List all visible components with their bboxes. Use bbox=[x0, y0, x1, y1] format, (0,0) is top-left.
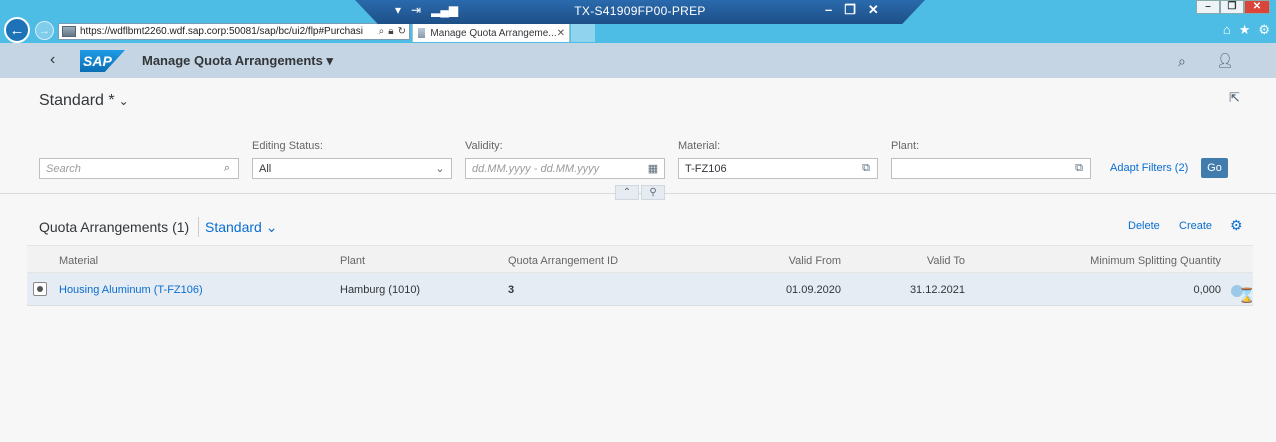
table-header: Material Plant Quota Arrangement ID Vali… bbox=[27, 245, 1253, 273]
delete-button[interactable]: Delete bbox=[1128, 220, 1160, 232]
app-title-menu[interactable]: Manage Quota Arrangements ▾ bbox=[142, 53, 333, 69]
plant-cell: Hamburg (1010) bbox=[340, 284, 421, 296]
go-button[interactable]: Go bbox=[1201, 158, 1228, 178]
row-select-radio[interactable] bbox=[33, 282, 47, 296]
valid-from-cell: 01.09.2020 bbox=[785, 284, 841, 296]
browser-tab[interactable]: Manage Quota Arrangeme... ✕ bbox=[412, 23, 570, 42]
share-icon[interactable]: ⇱ bbox=[1229, 90, 1240, 106]
favorites-star-icon[interactable]: ★ bbox=[1239, 22, 1251, 38]
validity-date-range-input[interactable]: dd.MM.yyyy - dd.MM.yyyy ▦ bbox=[465, 158, 665, 179]
editing-status-label: Editing Status: bbox=[252, 140, 323, 152]
table-variant-management[interactable]: Standard ⌄ bbox=[205, 219, 277, 236]
filter-bar: Standard * ⌄ ⇱ Search ⌕ Editing Status: A… bbox=[0, 78, 1276, 200]
column-quota-id[interactable]: Quota Arrangement ID bbox=[508, 255, 618, 267]
minimize-icon[interactable]: – bbox=[1196, 0, 1220, 14]
validity-label: Validity: bbox=[465, 140, 503, 152]
value-help-icon[interactable]: ⧉ bbox=[1068, 162, 1090, 175]
column-valid-to[interactable]: Valid To bbox=[847, 255, 965, 267]
rd-close-icon[interactable]: ✕ bbox=[868, 2, 879, 18]
remote-desktop-bar: ▾ ⇥ ▂▄▆ TX-S41909FP00-PREP – ❐ ✕ bbox=[355, 0, 925, 24]
table-title: Quota Arrangements (1) bbox=[39, 219, 190, 235]
refresh-icon[interactable]: ↻ bbox=[398, 26, 406, 37]
material-label: Material: bbox=[678, 140, 721, 152]
browser-forward-icon[interactable]: → bbox=[35, 21, 54, 40]
validity-placeholder: dd.MM.yyyy - dd.MM.yyyy bbox=[472, 162, 600, 175]
value-help-icon[interactable]: ⧉ bbox=[855, 162, 877, 175]
column-material[interactable]: Material bbox=[59, 255, 98, 267]
search-icon[interactable]: ⌕ bbox=[1178, 53, 1186, 70]
gear-icon[interactable]: ⚙ bbox=[1230, 217, 1243, 234]
sap-logo[interactable]: SAP bbox=[80, 50, 125, 72]
quota-id-cell: 3 bbox=[508, 284, 515, 296]
address-bar[interactable]: https://wdflbmt2260.wdf.sap.corp:50081/s… bbox=[58, 23, 410, 40]
site-favicon-icon bbox=[62, 26, 76, 37]
browser-back-icon[interactable]: ← bbox=[4, 17, 30, 43]
editing-status-select[interactable]: All ⌄ bbox=[252, 158, 452, 179]
chevron-down-icon[interactable]: ⌄ bbox=[429, 162, 451, 175]
table-variant-name: Standard bbox=[205, 219, 262, 235]
column-plant[interactable]: Plant bbox=[340, 255, 365, 267]
create-button[interactable]: Create bbox=[1179, 220, 1212, 232]
plant-label: Plant: bbox=[891, 140, 920, 152]
tab-favicon-icon bbox=[418, 28, 426, 38]
min-splitting-qty-cell: 0,000 bbox=[1193, 284, 1221, 296]
calendar-icon[interactable]: ▦ bbox=[642, 162, 664, 175]
collapse-header-icon[interactable]: ⌃ bbox=[615, 185, 639, 200]
back-icon[interactable]: ‹ bbox=[50, 51, 55, 69]
editing-status-value: All bbox=[259, 162, 272, 175]
chevron-down-icon: ⌄ bbox=[118, 94, 129, 108]
toolbar-separator bbox=[198, 217, 199, 237]
column-min-splitting-qty[interactable]: Minimum Splitting Quantity bbox=[1027, 255, 1221, 267]
address-url[interactable]: https://wdflbmt2260.wdf.sap.corp:50081/s… bbox=[80, 26, 376, 37]
user-icon[interactable]: 👤︎ bbox=[1216, 52, 1234, 69]
home-icon[interactable]: ⌂ bbox=[1223, 22, 1231, 38]
search-icon[interactable]: ⌕ bbox=[216, 162, 238, 175]
valid-to-cell: 31.12.2021 bbox=[909, 284, 965, 296]
settings-gear-icon[interactable]: ⚙ bbox=[1258, 22, 1270, 38]
material-input[interactable]: T-FZ106 ⧉ bbox=[678, 158, 878, 179]
address-search-icon[interactable]: ⌕ bbox=[379, 26, 385, 37]
adapt-filters-button[interactable]: Adapt Filters (2) bbox=[1110, 162, 1188, 174]
variant-name: Standard * bbox=[39, 92, 115, 109]
chevron-down-icon: ⌄ bbox=[265, 219, 278, 235]
rd-restore-icon[interactable]: ❐ bbox=[844, 2, 856, 18]
pin-header-icon[interactable]: ⚲ bbox=[641, 185, 665, 200]
material-value: T-FZ106 bbox=[685, 162, 727, 175]
plant-input[interactable]: ⧉ bbox=[891, 158, 1091, 179]
tab-close-icon[interactable]: ✕ bbox=[557, 28, 565, 39]
shell-bar: ‹ SAP Manage Quota Arrangements ▾ ⌕ 👤︎ bbox=[0, 43, 1276, 78]
lock-icon[interactable]: 🔒︎ bbox=[388, 26, 393, 37]
material-link[interactable]: Housing Aluminum (T-FZ106) bbox=[59, 284, 203, 296]
variant-management[interactable]: Standard * ⌄ bbox=[39, 92, 129, 110]
tab-title: Manage Quota Arrangeme... bbox=[430, 27, 557, 39]
search-input[interactable]: Search ⌕ bbox=[39, 158, 239, 179]
search-placeholder: Search bbox=[46, 162, 81, 175]
restore-icon[interactable]: ❐ bbox=[1220, 0, 1244, 14]
new-tab-button[interactable] bbox=[571, 23, 595, 42]
busy-cursor-icon: ⌛ bbox=[1238, 287, 1256, 303]
window-controls: – ❐ ✕ bbox=[1196, 0, 1270, 14]
window-close-icon[interactable]: ✕ bbox=[1244, 0, 1270, 14]
rd-minimize-icon[interactable]: – bbox=[825, 2, 832, 18]
table-row[interactable]: Housing Aluminum (T-FZ106) Hamburg (1010… bbox=[27, 273, 1256, 306]
column-valid-from[interactable]: Valid From bbox=[727, 255, 841, 267]
